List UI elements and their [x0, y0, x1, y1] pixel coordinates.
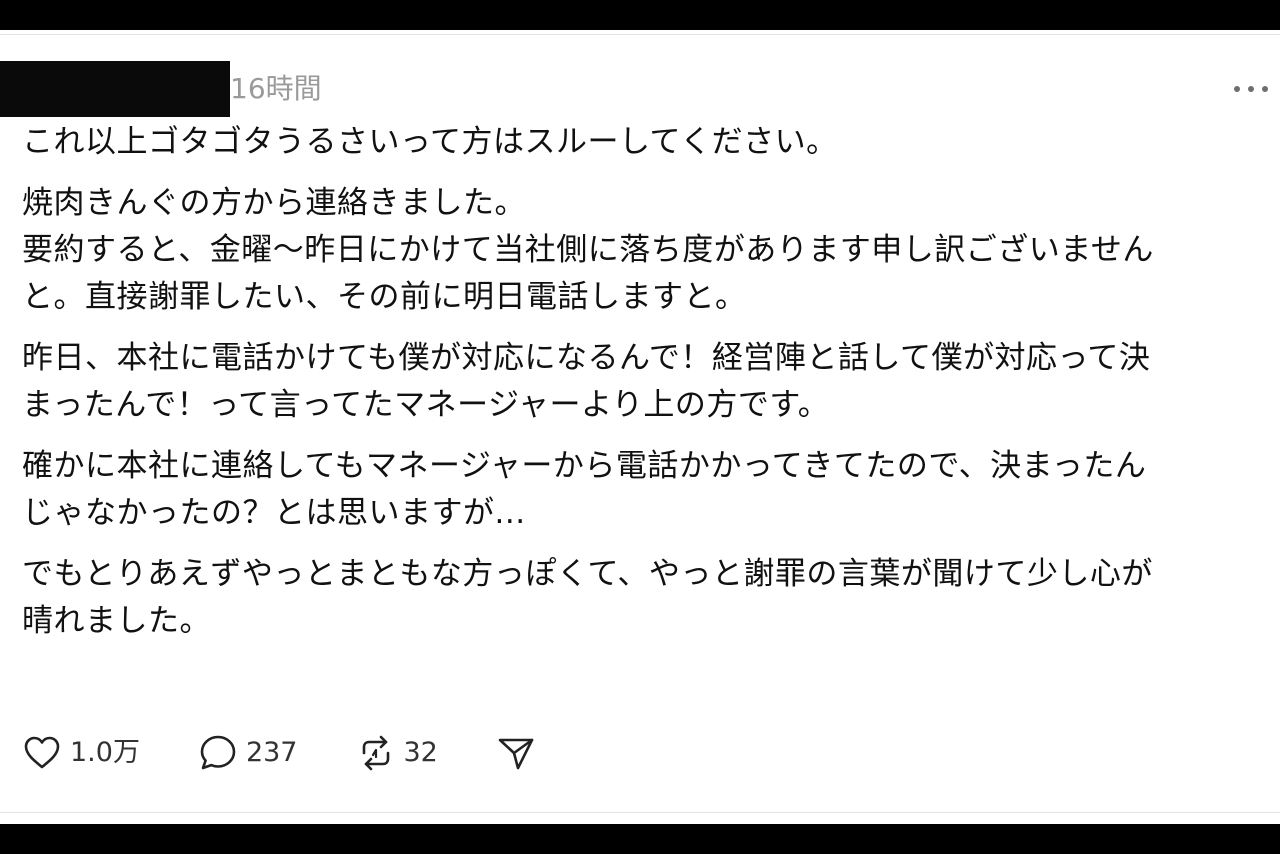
- like-count: 1.0万: [70, 737, 140, 768]
- post-timestamp: 16時間: [230, 72, 322, 105]
- letterbox-bottom: [0, 824, 1280, 854]
- post-paragraph: でもとりあえずやっとまともな方っぽくて、やっと謝罪の言葉が聞けて少し心が 晴れま…: [22, 556, 1153, 639]
- more-dots-icon: [1234, 86, 1240, 92]
- more-dot: [1248, 86, 1254, 92]
- post-actions: 1.0万 237 32: [22, 728, 622, 778]
- reply-button[interactable]: 237: [198, 733, 298, 773]
- post-paragraph: 確かに本社に連絡してもマネージャーから電話かかってきてたので、決まったん じゃな…: [22, 448, 1147, 531]
- bottom-divider: [0, 812, 1280, 813]
- send-icon: [498, 738, 534, 770]
- heart-icon: [24, 736, 60, 769]
- post-header: 16時間: [0, 61, 1280, 117]
- repost-button[interactable]: 32: [356, 733, 438, 773]
- reply-count: 237: [245, 737, 298, 768]
- post-paragraph: 焼肉きんぐの方から連絡きました。 要約すると、金曜〜昨日にかけて当社側に落ち度が…: [22, 185, 1154, 315]
- share-button[interactable]: [496, 733, 536, 773]
- repost-icon: [362, 735, 389, 771]
- more-options-button[interactable]: [1234, 77, 1268, 101]
- like-button[interactable]: 1.0万: [22, 733, 140, 773]
- post-paragraph: 昨日、本社に電話かけても僕が対応になるんで！経営陣と話して僕が対応って決 まった…: [22, 340, 1151, 423]
- post-body: これ以上ゴタゴタうるさいって方はスルーしてください。 焼肉きんぐの方から連絡きま…: [22, 119, 1267, 659]
- repost-count: 32: [403, 737, 438, 768]
- redacted-author-name: [0, 61, 230, 117]
- comment-bubble-icon: [200, 735, 236, 770]
- more-dot: [1262, 86, 1268, 92]
- post: 16時間 これ以上ゴタゴタうるさいって方はスルーしてください。 焼肉きんぐの方か…: [0, 35, 1280, 812]
- post-paragraph: これ以上ゴタゴタうるさいって方はスルーしてください。: [22, 124, 838, 160]
- letterbox-top: [0, 0, 1280, 30]
